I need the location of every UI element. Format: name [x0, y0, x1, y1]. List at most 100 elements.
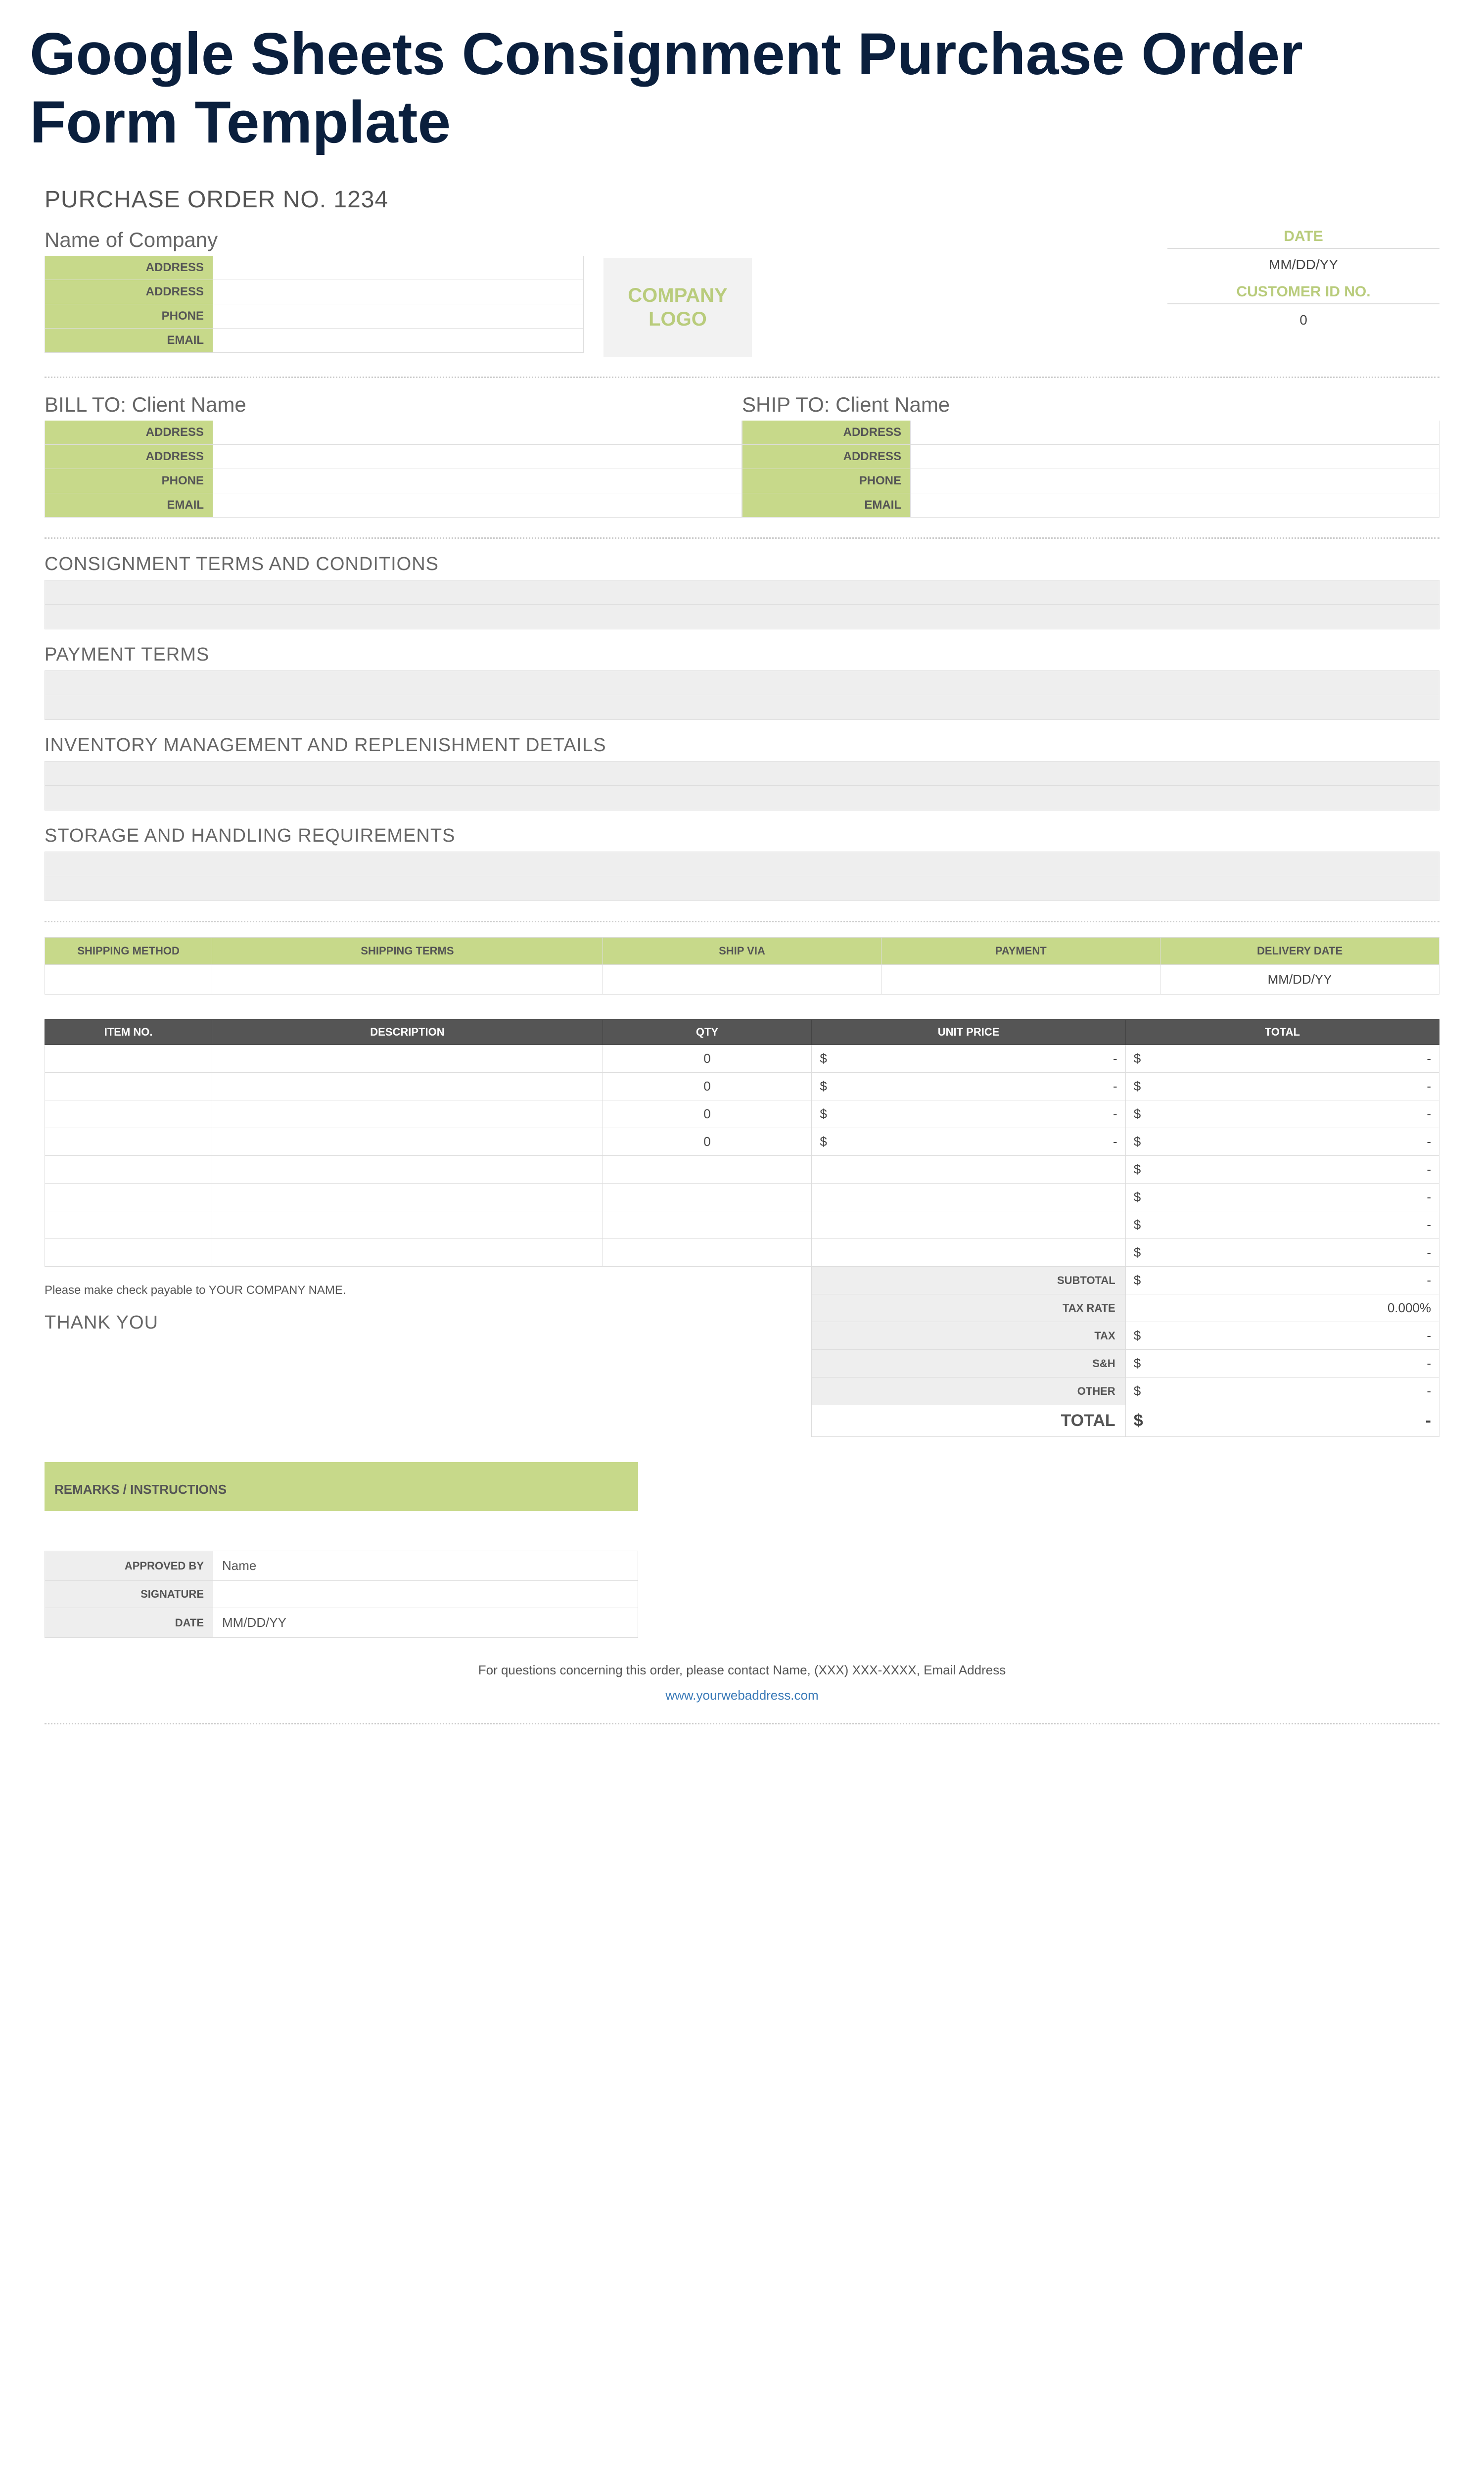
item-no-cell[interactable]	[45, 1073, 212, 1100]
payable-note: Please make check payable to YOUR COMPAN…	[45, 1284, 737, 1297]
ship-to-phone-value[interactable]	[911, 469, 1439, 493]
bill-to-address-1-value[interactable]	[213, 421, 742, 444]
description-cell[interactable]	[212, 1045, 603, 1073]
table-row: 0$-$-	[45, 1100, 1439, 1128]
line-total-cell[interactable]: $-	[1125, 1128, 1439, 1156]
po-number-heading: PURCHASE ORDER NO. 1234	[45, 186, 1439, 213]
payment-terms-box[interactable]	[45, 670, 1439, 720]
company-email-label: EMAIL	[45, 329, 213, 352]
item-no-cell[interactable]	[45, 1184, 212, 1211]
shipping-terms-cell[interactable]	[212, 965, 603, 995]
line-total-cell[interactable]: $-	[1125, 1100, 1439, 1128]
ship-via-header: SHIP VIA	[603, 938, 881, 965]
total-label: S&H	[812, 1350, 1125, 1378]
unit-price-cell[interactable]: $-	[812, 1128, 1125, 1156]
item-no-cell[interactable]	[45, 1100, 212, 1128]
shipping-method-cell[interactable]	[45, 965, 212, 995]
company-address-1-label: ADDRESS	[45, 256, 213, 280]
description-cell[interactable]	[212, 1100, 603, 1128]
line-total-cell[interactable]: $-	[1125, 1073, 1439, 1100]
bill-to-phone-value[interactable]	[213, 469, 742, 493]
line-total-cell[interactable]: $-	[1125, 1184, 1439, 1211]
approved-by-label: APPROVED BY	[45, 1551, 213, 1581]
company-email-value[interactable]	[213, 329, 583, 352]
company-address-2-value[interactable]	[213, 280, 583, 304]
line-total-cell[interactable]: $-	[1125, 1239, 1439, 1267]
approval-date-value[interactable]: MM/DD/YY	[213, 1608, 638, 1638]
total-label: OTHER	[812, 1378, 1125, 1405]
bill-to-email-value[interactable]	[213, 493, 742, 517]
shipping-table: SHIPPING METHOD SHIPPING TERMS SHIP VIA …	[45, 937, 1439, 995]
footer-web-link[interactable]: www.yourwebaddress.com	[45, 1688, 1439, 1703]
inventory-details-title: INVENTORY MANAGEMENT AND REPLENISHMENT D…	[45, 735, 1439, 756]
unit-price-cell[interactable]	[812, 1239, 1125, 1267]
company-name-label: Name of Company	[45, 228, 584, 252]
qty-cell[interactable]	[603, 1211, 812, 1239]
ship-to-address-1-value[interactable]	[911, 421, 1439, 444]
signature-label: SIGNATURE	[45, 1581, 213, 1608]
grand-total-label: TOTAL	[812, 1405, 1125, 1437]
qty-cell[interactable]: 0	[603, 1128, 812, 1156]
inventory-details-box[interactable]	[45, 761, 1439, 810]
delivery-date-cell[interactable]: MM/DD/YY	[1160, 965, 1439, 995]
description-cell[interactable]	[212, 1073, 603, 1100]
date-value[interactable]: MM/DD/YY	[1167, 252, 1439, 284]
consignment-terms-title: CONSIGNMENT TERMS AND CONDITIONS	[45, 554, 1439, 575]
description-cell[interactable]	[212, 1211, 603, 1239]
description-cell[interactable]	[212, 1239, 603, 1267]
company-phone-value[interactable]	[213, 304, 583, 328]
payment-cell[interactable]	[881, 965, 1160, 995]
item-no-cell[interactable]	[45, 1211, 212, 1239]
bill-to-block: BILL TO: Client Name ADDRESS ADDRESS PHO…	[45, 393, 742, 518]
consignment-terms-box[interactable]	[45, 580, 1439, 629]
company-block: Name of Company ADDRESS ADDRESS PHONE EM…	[45, 228, 584, 357]
qty-cell[interactable]	[603, 1184, 812, 1211]
table-row: 0$-$-	[45, 1073, 1439, 1100]
ship-to-address-2-value[interactable]	[911, 445, 1439, 469]
table-row: $-	[45, 1211, 1439, 1239]
description-cell[interactable]	[212, 1128, 603, 1156]
description-cell[interactable]	[212, 1156, 603, 1184]
qty-cell[interactable]	[603, 1156, 812, 1184]
total-value: 0.000%	[1125, 1294, 1439, 1322]
unit-price-cell[interactable]: $-	[812, 1073, 1125, 1100]
item-no-header: ITEM NO.	[45, 1020, 212, 1045]
storage-requirements-title: STORAGE AND HANDLING REQUIREMENTS	[45, 825, 1439, 847]
ship-to-email-value[interactable]	[911, 493, 1439, 517]
unit-price-cell[interactable]	[812, 1156, 1125, 1184]
ship-via-cell[interactable]	[603, 965, 881, 995]
qty-cell[interactable]: 0	[603, 1045, 812, 1073]
line-total-cell[interactable]: $-	[1125, 1045, 1439, 1073]
total-value: $-	[1125, 1350, 1439, 1378]
item-no-cell[interactable]	[45, 1239, 212, 1267]
customer-id-value[interactable]: 0	[1167, 307, 1439, 339]
company-address-1-value[interactable]	[213, 256, 583, 280]
company-phone-label: PHONE	[45, 304, 213, 328]
line-total-cell[interactable]: $-	[1125, 1211, 1439, 1239]
footer-contact-note: For questions concerning this order, ple…	[45, 1663, 1439, 1678]
date-label: DATE	[1167, 228, 1439, 249]
qty-cell[interactable]: 0	[603, 1073, 812, 1100]
line-total-cell[interactable]: $-	[1125, 1156, 1439, 1184]
unit-price-cell[interactable]	[812, 1211, 1125, 1239]
item-no-cell[interactable]	[45, 1128, 212, 1156]
description-cell[interactable]	[212, 1184, 603, 1211]
unit-price-cell[interactable]: $-	[812, 1045, 1125, 1073]
storage-requirements-box[interactable]	[45, 852, 1439, 901]
unit-price-cell[interactable]	[812, 1184, 1125, 1211]
item-no-cell[interactable]	[45, 1045, 212, 1073]
divider	[45, 1723, 1439, 1724]
signature-value[interactable]	[213, 1581, 638, 1608]
item-no-cell[interactable]	[45, 1156, 212, 1184]
payment-header: PAYMENT	[881, 938, 1160, 965]
unit-price-header: UNIT PRICE	[812, 1020, 1125, 1045]
table-row: $-	[45, 1156, 1439, 1184]
qty-cell[interactable]	[603, 1239, 812, 1267]
page-title: Google Sheets Consignment Purchase Order…	[30, 20, 1454, 156]
bill-to-address-2-value[interactable]	[213, 445, 742, 469]
company-logo-placeholder: COMPANY LOGO	[603, 258, 752, 357]
delivery-date-header: DELIVERY DATE	[1160, 938, 1439, 965]
approved-by-value[interactable]: Name	[213, 1551, 638, 1581]
unit-price-cell[interactable]: $-	[812, 1100, 1125, 1128]
qty-cell[interactable]: 0	[603, 1100, 812, 1128]
